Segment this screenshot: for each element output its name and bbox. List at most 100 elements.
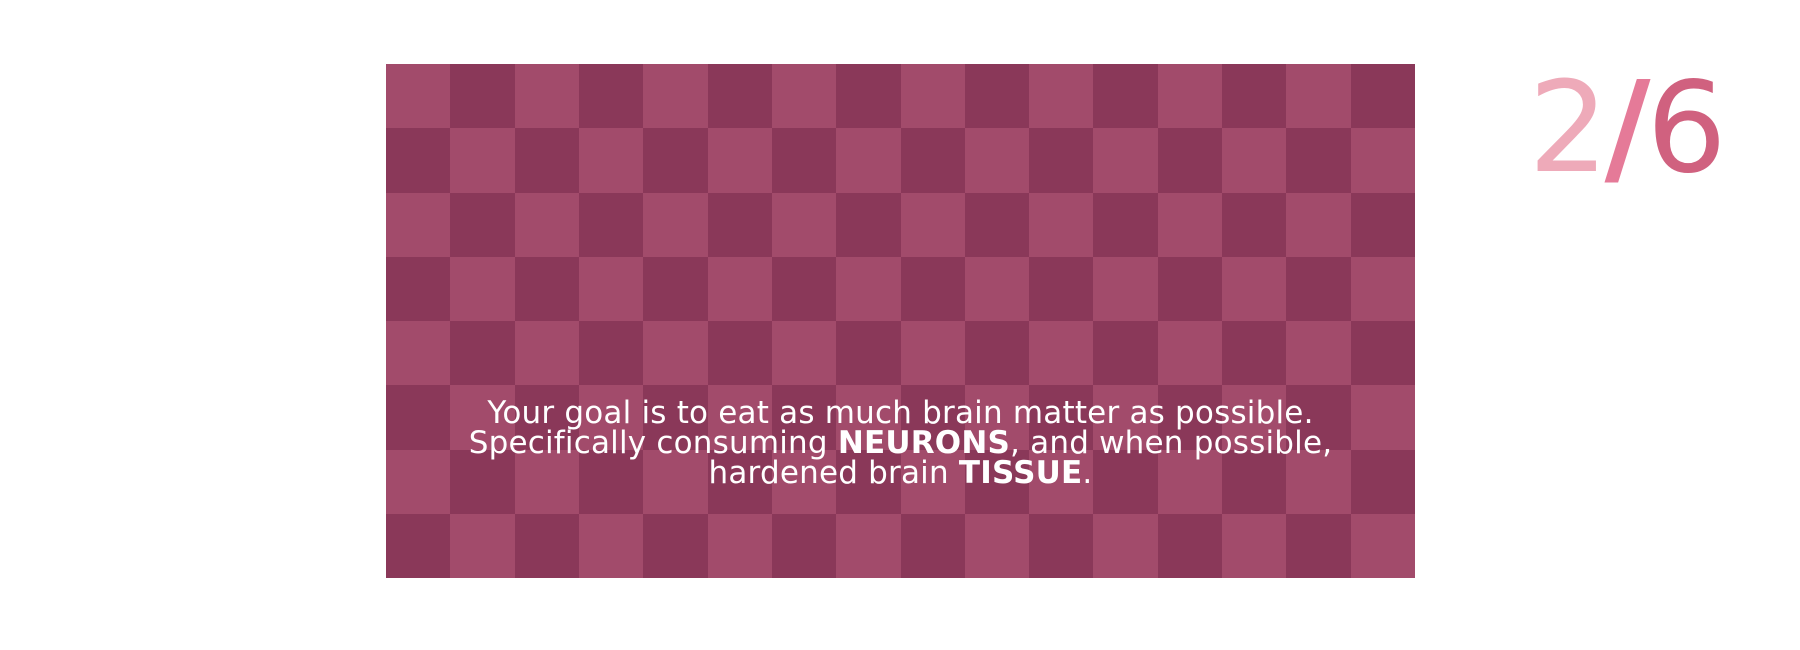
board-tile: [450, 256, 515, 321]
board-tile: [1222, 321, 1287, 386]
board-tile: [771, 128, 837, 193]
board-tile: [1222, 64, 1287, 129]
board-tile: [707, 128, 772, 193]
board-tile: [1157, 128, 1223, 193]
board-tile: [1286, 128, 1351, 193]
board-tile: [514, 256, 579, 321]
board-tile: [1350, 128, 1415, 193]
step-current: 2: [1528, 54, 1609, 201]
board-tile: [964, 128, 1030, 193]
board-tile: [707, 192, 772, 257]
board-tile: [1157, 321, 1223, 386]
board-tile: [1157, 64, 1223, 129]
board-tile: [836, 128, 901, 193]
board-tile: [1029, 192, 1094, 257]
board-tile: [771, 64, 837, 129]
board-tile: [1286, 513, 1351, 578]
board-tile: [1093, 256, 1158, 321]
board-tile: [1093, 128, 1158, 193]
board-tile: [643, 321, 708, 386]
board-tile: [386, 513, 451, 578]
board-tile: [450, 128, 515, 193]
board-tile: [964, 192, 1030, 257]
board-tile: [450, 64, 515, 129]
board-tile: [386, 321, 451, 386]
board-tile: [450, 321, 515, 386]
board-tile: [1286, 64, 1351, 129]
board-tile: [707, 64, 772, 129]
board-tile: [707, 321, 772, 386]
board-tile: [771, 321, 837, 386]
board-tile: [900, 128, 965, 193]
board-tile: [1157, 256, 1223, 321]
board-tile: [964, 321, 1030, 386]
board-tile: [514, 64, 579, 129]
board-tile: [707, 256, 772, 321]
board-tile: [578, 64, 644, 129]
board-tile: [836, 513, 901, 578]
board-tile: [578, 321, 644, 386]
board-tile: [1286, 192, 1351, 257]
board-tile: [707, 513, 772, 578]
board-tile: [1029, 256, 1094, 321]
board-tile: [1029, 513, 1094, 578]
checkerboard-board: [386, 64, 1415, 578]
board-tile: [578, 256, 644, 321]
board-tile: [578, 513, 644, 578]
board-tile: [1157, 192, 1223, 257]
board-tile: [1286, 256, 1351, 321]
board-tile: [771, 256, 837, 321]
tutorial-caption: Your goal is to eat as much brain matter…: [386, 395, 1415, 491]
board-tile: [1029, 128, 1094, 193]
board-tile: [900, 256, 965, 321]
caption-line-3-prefix: hardened brain: [708, 455, 959, 491]
board-tile: [514, 192, 579, 257]
board-tile: [1350, 192, 1415, 257]
board-tile: [1222, 128, 1287, 193]
tutorial-screen: Your goal is to eat as much brain matter…: [0, 0, 1800, 650]
board-tile: [1222, 192, 1287, 257]
board-tile: [1350, 64, 1415, 129]
board-tile: [1350, 256, 1415, 321]
step-total: 6: [1646, 54, 1727, 201]
tissue-keyword: TISSUE: [958, 455, 1083, 491]
board-tile: [1029, 321, 1094, 386]
board-tile: [900, 321, 965, 386]
board-tile: [771, 513, 837, 578]
board-tile: [386, 256, 451, 321]
board-tile: [1222, 256, 1287, 321]
board-tile: [964, 256, 1030, 321]
board-tile: [386, 128, 451, 193]
board-tile: [578, 192, 644, 257]
board-tile: [1093, 192, 1158, 257]
caption-line-3: hardened brain TISSUE.: [386, 455, 1415, 491]
board-tile: [1093, 321, 1158, 386]
board-tile: [771, 192, 837, 257]
board-tile: [836, 64, 901, 129]
board-tile: [514, 321, 579, 386]
board-tile: [964, 64, 1030, 129]
board-tile: [514, 513, 579, 578]
board-tile: [900, 192, 965, 257]
board-tile: [643, 256, 708, 321]
board-tile: [643, 192, 708, 257]
board-tile: [1029, 64, 1094, 129]
board-tile: [1222, 513, 1287, 578]
board-tile: [643, 513, 708, 578]
board-tile: [643, 128, 708, 193]
board-tile: [1093, 64, 1158, 129]
caption-line-3-suffix: .: [1082, 455, 1093, 491]
board-tile: [836, 192, 901, 257]
board-tile: [836, 256, 901, 321]
board-tile: [1350, 321, 1415, 386]
board-tile: [578, 128, 644, 193]
board-tile: [450, 192, 515, 257]
caption-line-1: Your goal is to eat as much brain matter…: [487, 395, 1314, 431]
board-tile: [1286, 321, 1351, 386]
board-tile: [836, 321, 901, 386]
step-counter: 2 / 6: [1520, 48, 1735, 208]
board-tile: [643, 64, 708, 129]
board-tile: [514, 128, 579, 193]
board-tile: [900, 513, 965, 578]
board-tile: [1093, 513, 1158, 578]
